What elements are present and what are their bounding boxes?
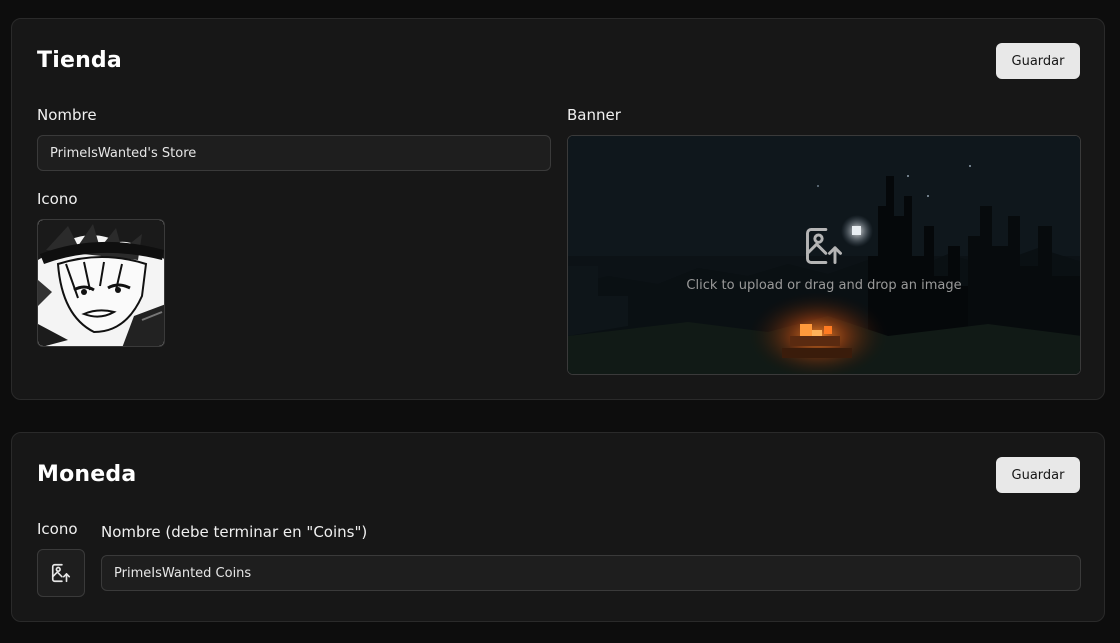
banner-upload-overlay: Click to upload or drag and drop an imag… [568, 136, 1080, 374]
store-icon-image[interactable] [37, 219, 165, 347]
coin-name-label: Nombre (debe terminar en "Coins") [101, 523, 368, 541]
store-name-label: Nombre [37, 106, 97, 124]
store-save-button[interactable]: Guardar [996, 43, 1080, 79]
coin-icon-upload-button[interactable] [37, 549, 85, 597]
store-title: Tienda [37, 48, 122, 73]
banner-label: Banner [567, 106, 621, 124]
coin-icon-label: Icono [37, 520, 78, 538]
currency-save-button[interactable]: Guardar [996, 457, 1080, 493]
banner-upload-text: Click to upload or drag and drop an imag… [686, 277, 962, 293]
currency-card: Moneda Guardar Icono Nombre (debe termin… [11, 432, 1105, 622]
image-upload-icon [51, 563, 71, 583]
coin-name-input[interactable] [101, 555, 1081, 591]
store-icon-label: Icono [37, 190, 78, 208]
store-name-input[interactable] [37, 135, 551, 171]
image-upload-icon [806, 227, 842, 264]
currency-title: Moneda [37, 462, 137, 487]
store-card: Tienda Guardar Nombre Icono [11, 18, 1105, 400]
banner-dropzone[interactable]: Click to upload or drag and drop an imag… [567, 135, 1081, 375]
store-avatar-illustration [38, 220, 164, 346]
